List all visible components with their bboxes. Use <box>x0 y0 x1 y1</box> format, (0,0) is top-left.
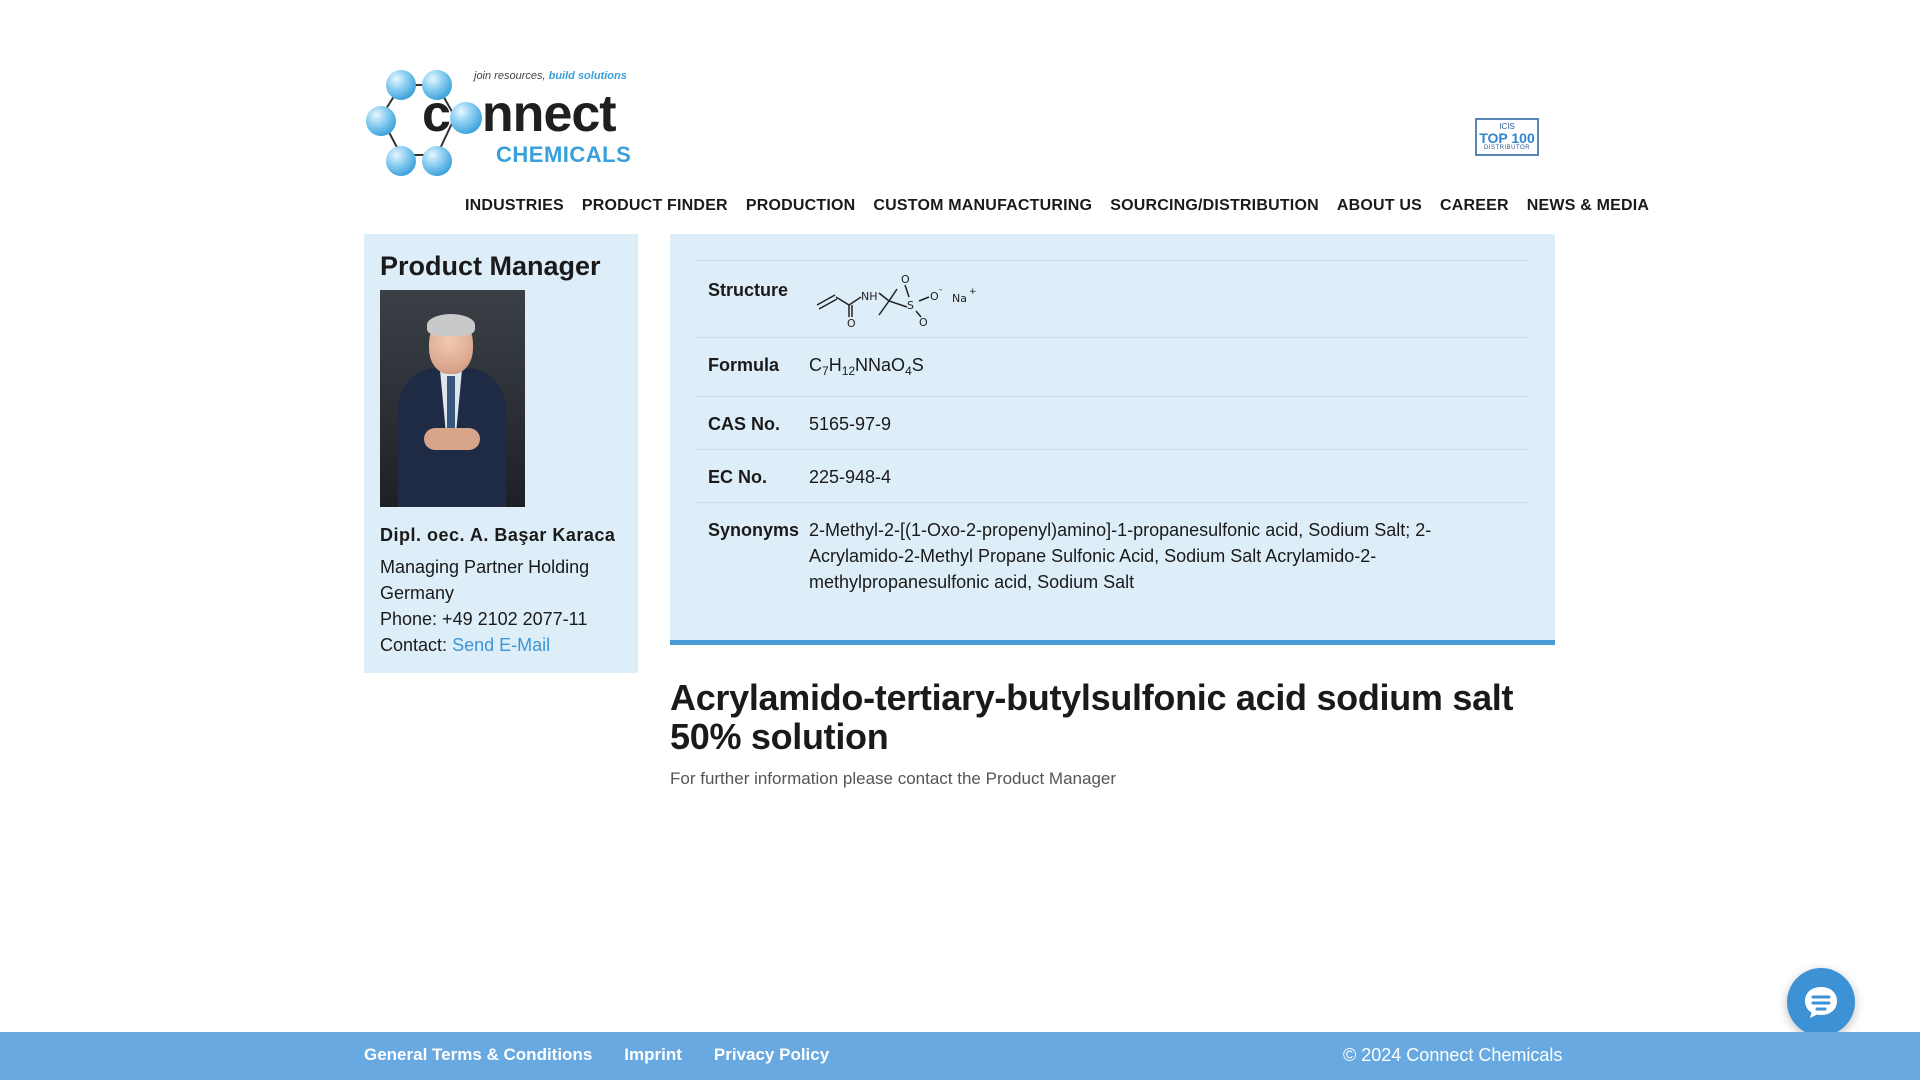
formula-h-count: 12 <box>841 364 856 378</box>
footer-copyright: © 2024 Connect Chemicals <box>1343 1045 1563 1065</box>
ec-label: EC No. <box>708 467 768 487</box>
structure-s: S <box>907 299 914 312</box>
molecule-atom-icon <box>366 106 396 136</box>
structure-o2: O <box>901 273 910 286</box>
product-manager-card: Product Manager Dipl. oec. A. Başar Kara… <box>364 234 638 673</box>
photo-tie <box>447 376 455 434</box>
product-manager-country: Germany <box>380 583 455 603</box>
nav-product-finder[interactable]: PRODUCT FINDER <box>573 196 737 216</box>
product-manager-contact: Contact: Send E-Mail <box>380 632 622 658</box>
formula-h: H <box>828 355 842 375</box>
logo-tagline: join resources, build solutions <box>474 70 627 82</box>
synonyms-value: 2-Methyl-2-[(1-Oxo-2-propenyl)amino]-1-p… <box>809 520 1432 592</box>
structure-plus: + <box>969 287 977 297</box>
nav-news-media[interactable]: NEWS & MEDIA <box>1518 196 1658 216</box>
structure-o-minus: O <box>930 290 939 303</box>
formula-s: S <box>911 355 924 375</box>
synonyms-row: Synonyms 2-Methyl-2-[(1-Oxo-2-propenyl)a… <box>696 502 1529 607</box>
logo-subword: CHEMICALS <box>496 142 632 167</box>
footer-privacy-link[interactable]: Privacy Policy <box>714 1045 829 1065</box>
structure-row: Structure O NH S O O O - Na + <box>696 260 1529 337</box>
send-email-link[interactable]: Send E-Mail <box>452 635 550 655</box>
chemical-structure-icon: O NH S O O O - Na + <box>816 273 977 327</box>
formula-row: Formula C7H12NNaO4S <box>696 337 1529 396</box>
ec-value: 225-948-4 <box>809 467 892 487</box>
structure-o1: O <box>847 317 856 327</box>
nav-production[interactable]: PRODUCTION <box>737 196 865 216</box>
product-details-panel: Structure O NH S O O O - Na + Formula C7… <box>670 234 1555 645</box>
site-footer: General Terms & Conditions Imprint Priva… <box>0 1032 1920 1080</box>
footer-links: General Terms & Conditions Imprint Priva… <box>364 1045 829 1065</box>
logo-bubble-o-icon <box>449 102 482 134</box>
formula-value: C7H12NNaO4S <box>809 352 1517 384</box>
product-manager-heading: Product Manager <box>380 251 601 281</box>
product-contact-note: For further information please contact t… <box>670 769 1117 788</box>
main-navigation: INDUSTRIES PRODUCT FINDER PRODUCTION CUS… <box>456 196 1658 216</box>
footer-terms-link[interactable]: General Terms & Conditions <box>364 1045 592 1065</box>
cas-value: 5165-97-9 <box>809 414 892 434</box>
tagline-plain: join resources, <box>474 70 546 82</box>
molecule-atom-icon <box>386 146 416 176</box>
structure-minus: - <box>939 285 942 295</box>
product-manager-name: Dipl. oec. A. Başar Karaca <box>380 525 616 545</box>
product-manager-role: Managing Partner Holding <box>380 557 590 577</box>
molecule-atom-icon <box>422 146 452 176</box>
nav-about-us[interactable]: ABOUT US <box>1328 196 1431 216</box>
chat-button[interactable] <box>1787 968 1855 1036</box>
tagline-accent: build solutions <box>548 70 627 82</box>
nav-industries[interactable]: INDUSTRIES <box>456 196 573 216</box>
structure-o3: O <box>919 316 928 327</box>
logo-letter-c: c <box>422 85 451 143</box>
logo-word-rest: nnect <box>481 85 617 143</box>
nav-custom-manufacturing[interactable]: CUSTOM MANUFACTURING <box>864 196 1101 216</box>
badge-line2: TOP 100 <box>1479 130 1535 146</box>
cas-label: CAS No. <box>708 414 780 434</box>
formula-o-count: 4 <box>905 364 912 378</box>
contact-label: Contact: <box>380 635 448 655</box>
cas-row: CAS No. 5165-97-9 <box>696 396 1529 449</box>
product-manager-phone: Phone: +49 2102 2077-11 <box>380 609 588 629</box>
icis-top100-badge: ICIS TOP 100 DISTRIBUTOR <box>1475 118 1539 156</box>
formula-label: Formula <box>708 355 780 375</box>
ec-row: EC No. 225-948-4 <box>696 449 1529 502</box>
nav-sourcing-distribution[interactable]: SOURCING/DISTRIBUTION <box>1101 196 1328 216</box>
formula-c-count: 7 <box>822 364 829 378</box>
photo-hands <box>424 428 480 450</box>
formula-c: C <box>809 355 822 375</box>
structure-na: Na <box>952 292 967 305</box>
molecule-atom-icon <box>386 70 416 100</box>
photo-hair <box>427 314 475 336</box>
product-manager-photo <box>380 290 525 507</box>
synonyms-label: Synonyms <box>708 520 800 540</box>
footer-imprint-link[interactable]: Imprint <box>624 1045 682 1065</box>
structure-label: Structure <box>708 280 789 300</box>
structure-value: O NH S O O O - Na + <box>809 271 1517 327</box>
nav-career[interactable]: CAREER <box>1431 196 1518 216</box>
connect-chemicals-logo[interactable]: join resources, build solutions c nnect C… <box>364 66 631 178</box>
formula-nnao: NNaO <box>855 355 906 375</box>
structure-nh: NH <box>861 290 878 303</box>
logo-wordmark: c nnect <box>422 85 617 143</box>
badge-line3: DISTRIBUTOR <box>1483 145 1531 151</box>
chat-bubble-icon <box>1805 987 1837 1018</box>
product-title: Acrylamido-tertiary-butylsulfonic acid s… <box>670 677 1514 757</box>
